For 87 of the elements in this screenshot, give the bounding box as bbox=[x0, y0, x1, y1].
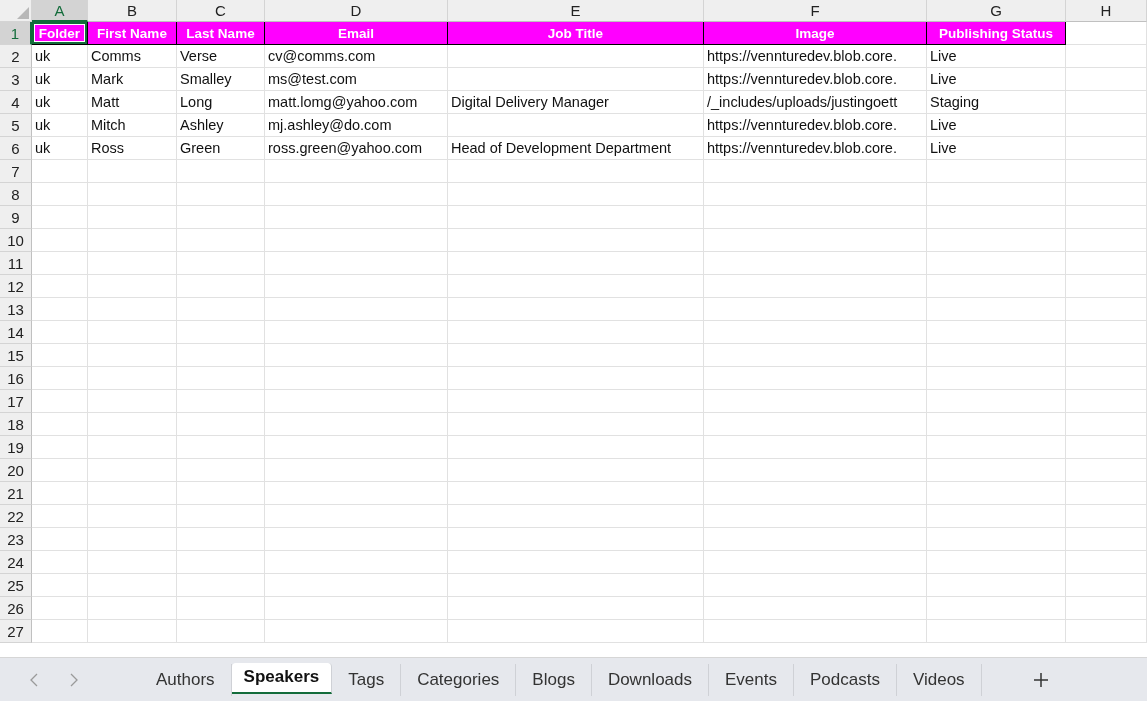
row-header[interactable]: 18 bbox=[0, 413, 32, 436]
row-header[interactable]: 2 bbox=[0, 45, 32, 68]
column-header[interactable]: H bbox=[1066, 0, 1147, 22]
row-header[interactable]: 17 bbox=[0, 390, 32, 413]
column-header[interactable]: F bbox=[704, 0, 927, 22]
row-header[interactable]: 8 bbox=[0, 183, 32, 206]
chevron-left-icon[interactable] bbox=[30, 672, 38, 687]
table-cell: Green bbox=[177, 137, 265, 160]
column-header[interactable]: D bbox=[265, 0, 448, 22]
table-cell: mj.ashley@do.com bbox=[265, 114, 448, 137]
column-header[interactable]: G bbox=[927, 0, 1066, 22]
row-header[interactable]: 27 bbox=[0, 620, 32, 643]
row-header[interactable]: 26 bbox=[0, 597, 32, 620]
select-all-icon[interactable] bbox=[17, 7, 29, 19]
table-cell: Digital Delivery Manager bbox=[448, 91, 704, 114]
header-cell: Publishing Status bbox=[927, 22, 1066, 45]
row-header[interactable]: 5 bbox=[0, 114, 32, 137]
table-cell: Matt bbox=[88, 91, 177, 114]
table-cell: cv@comms.com bbox=[265, 45, 448, 68]
row-header[interactable]: 3 bbox=[0, 68, 32, 91]
header-cell: Folder bbox=[32, 22, 88, 45]
sheet-tab[interactable]: Tags bbox=[332, 663, 402, 696]
row-header[interactable]: 9 bbox=[0, 206, 32, 229]
sheet-tab[interactable]: Categories bbox=[401, 663, 517, 696]
table-cell: uk bbox=[32, 137, 88, 160]
sheet-tab[interactable]: Downloads bbox=[591, 663, 709, 696]
row-header[interactable]: 25 bbox=[0, 574, 32, 597]
column-header[interactable]: B bbox=[88, 0, 177, 22]
row-header[interactable]: 14 bbox=[0, 321, 32, 344]
table-cell: ross.green@yahoo.com bbox=[265, 137, 448, 160]
row-header[interactable]: 12 bbox=[0, 275, 32, 298]
table-cell: uk bbox=[32, 68, 88, 91]
row-header[interactable]: 19 bbox=[0, 436, 32, 459]
table-cell: Staging bbox=[927, 91, 1066, 114]
table-cell: ms@test.com bbox=[265, 68, 448, 91]
table-cell: matt.lomg@yahoo.com bbox=[265, 91, 448, 114]
sheet-tab[interactable]: Blogs bbox=[516, 663, 592, 696]
table-cell: Ross bbox=[88, 137, 177, 160]
table-cell: uk bbox=[32, 45, 88, 68]
table-cell: https://vennturedev.blob.core. bbox=[704, 137, 927, 160]
column-header[interactable]: E bbox=[448, 0, 704, 22]
table-cell: Verse bbox=[177, 45, 265, 68]
table-cell: uk bbox=[32, 114, 88, 137]
table-cell: Ashley bbox=[177, 114, 265, 137]
table-cell: Comms bbox=[88, 45, 177, 68]
row-header[interactable]: 23 bbox=[0, 528, 32, 551]
row-header[interactable]: 16 bbox=[0, 367, 32, 390]
table-cell: Live bbox=[927, 137, 1066, 160]
table-cell: Long bbox=[177, 91, 265, 114]
sheet-tab[interactable]: Authors bbox=[140, 663, 232, 696]
table-cell: Head of Development Department bbox=[448, 137, 704, 160]
column-header[interactable]: A bbox=[32, 0, 88, 22]
table-cell: Mark bbox=[88, 68, 177, 91]
header-cell: First Name bbox=[88, 22, 177, 45]
chevron-right-icon[interactable] bbox=[70, 672, 78, 687]
header-cell: Last Name bbox=[177, 22, 265, 45]
table-cell: /_includes/uploads/justingoett bbox=[704, 91, 927, 114]
row-header[interactable]: 22 bbox=[0, 505, 32, 528]
sheet-tab[interactable]: Videos bbox=[896, 663, 982, 696]
header-cell: Job Title bbox=[448, 22, 704, 45]
row-header[interactable]: 6 bbox=[0, 137, 32, 160]
row-header[interactable]: 20 bbox=[0, 459, 32, 482]
row-header[interactable]: 1 bbox=[0, 22, 32, 45]
table-cell: https://vennturedev.blob.core. bbox=[704, 45, 927, 68]
table-cell: Smalley bbox=[177, 68, 265, 91]
column-header[interactable]: C bbox=[177, 0, 265, 22]
row-header[interactable]: 24 bbox=[0, 551, 32, 574]
sheet-tab[interactable]: Podcasts bbox=[794, 663, 897, 696]
table-cell: https://vennturedev.blob.core. bbox=[704, 68, 927, 91]
plus-icon[interactable] bbox=[1033, 672, 1048, 687]
table-cell: Live bbox=[927, 68, 1066, 91]
row-header[interactable]: 11 bbox=[0, 252, 32, 275]
table-cell: Mitch bbox=[88, 114, 177, 137]
row-header[interactable]: 4 bbox=[0, 91, 32, 114]
header-cell: Email bbox=[265, 22, 448, 45]
sheet-tab[interactable]: Speakers bbox=[231, 663, 333, 694]
table-cell: https://vennturedev.blob.core. bbox=[704, 114, 927, 137]
table-cell: Live bbox=[927, 45, 1066, 68]
row-header[interactable]: 21 bbox=[0, 482, 32, 505]
row-header[interactable]: 15 bbox=[0, 344, 32, 367]
row-header[interactable]: 7 bbox=[0, 160, 32, 183]
table-cell: Live bbox=[927, 114, 1066, 137]
table-cell: uk bbox=[32, 91, 88, 114]
row-header[interactable]: 10 bbox=[0, 229, 32, 252]
header-cell: Image bbox=[704, 22, 927, 45]
sheet-tab[interactable]: Events bbox=[709, 663, 794, 696]
row-header[interactable]: 13 bbox=[0, 298, 32, 321]
